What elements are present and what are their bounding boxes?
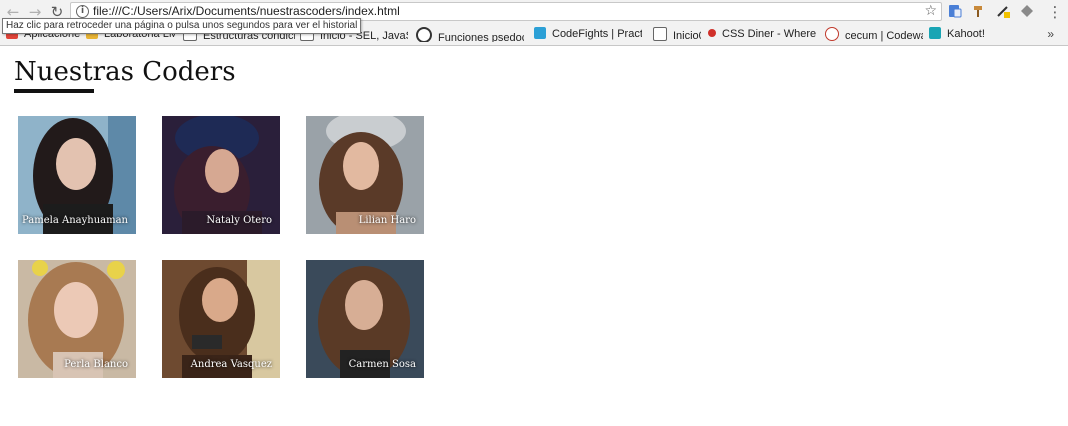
bookmark-item[interactable]: Funciones psedocód — [416, 27, 524, 42]
shield-extension-icon[interactable] — [1020, 4, 1034, 18]
bookmark-item[interactable]: CodeFights | Practice — [534, 27, 642, 42]
hammer-extension-icon[interactable] — [972, 4, 986, 18]
back-button-tooltip: Haz clic para retroceder una página o pu… — [2, 18, 362, 34]
coder-name: Pamela Anayhuaman — [22, 215, 128, 226]
coder-card[interactable]: Perla Blanco — [18, 260, 136, 378]
codefights-icon — [534, 27, 546, 39]
menu-kebab-icon[interactable]: ⋮ — [1046, 3, 1064, 21]
coder-card[interactable]: Pamela Anayhuaman — [18, 116, 136, 234]
coder-name: Nataly Otero — [206, 215, 272, 226]
coder-name: Perla Blanco — [64, 359, 128, 370]
bookmark-label: CSS Diner - Where w — [722, 28, 816, 40]
page-title: Nuestras Coders — [14, 57, 236, 87]
coder-card[interactable]: Lilian Haro — [306, 116, 424, 234]
bookmark-label: Kahoot! — [947, 28, 985, 40]
bookmark-item[interactable]: Inicio0 — [653, 27, 701, 42]
info-icon[interactable]: i — [76, 5, 89, 18]
coder-card[interactable]: Nataly Otero — [162, 116, 280, 234]
coder-card[interactable]: Andrea Vasquez — [162, 260, 280, 378]
bookmark-label: Inicio0 — [673, 30, 701, 42]
bookmark-label: cecum | Codewars — [845, 30, 923, 42]
coder-name: Andrea Vasquez — [190, 359, 272, 370]
coder-name: Carmen Sosa — [348, 359, 416, 370]
bookmark-label: Funciones psedocód — [438, 32, 524, 42]
page-icon — [653, 27, 667, 41]
title-underline — [14, 89, 94, 93]
bookmark-item[interactable]: cecum | Codewars — [825, 27, 923, 42]
spiral-icon — [416, 27, 432, 42]
bookmark-item[interactable]: CSS Diner - Where w — [708, 27, 816, 42]
translate-extension-icon[interactable] — [948, 4, 962, 18]
eyedropper-extension-icon[interactable] — [996, 4, 1010, 18]
codewars-icon — [825, 27, 839, 41]
bookmark-item[interactable]: Kahoot! — [929, 27, 989, 42]
bookmarks-overflow-chevron-icon[interactable]: » — [1047, 27, 1054, 41]
url-text[interactable]: file:///C:/Users/Arix/Documents/nuestras… — [93, 4, 400, 19]
red-dot-icon — [708, 29, 716, 37]
kahoot-icon — [929, 27, 941, 39]
coder-card[interactable]: Carmen Sosa — [306, 260, 424, 378]
bookmark-label: CodeFights | Practice — [552, 28, 642, 40]
coder-name: Lilian Haro — [358, 215, 416, 226]
bookmark-star-icon[interactable]: ☆ — [924, 3, 937, 20]
